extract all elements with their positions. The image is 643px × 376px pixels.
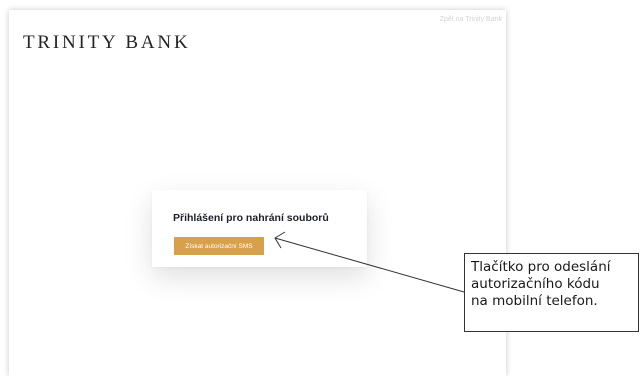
back-to-trinity-bank-link[interactable]: Zpět na Trinity Bank (440, 16, 502, 23)
annotation-callout: Tlačítko pro odeslání autorizačního kódu… (464, 253, 639, 332)
trinity-bank-logo: TRINITY BANK (23, 32, 191, 53)
annotation-line: autorizačního kódu (471, 276, 600, 292)
annotation-line: Tlačítko pro odeslání (471, 259, 611, 275)
browser-page: Zpět na Trinity Bank TRINITY BANK Přihlá… (9, 10, 506, 376)
login-card: Přihlášení pro nahrání souborů Získat au… (152, 190, 367, 267)
login-card-title: Přihlášení pro nahrání souborů (173, 212, 329, 224)
screenshot-stage: Zpět na Trinity Bank TRINITY BANK Přihlá… (0, 0, 643, 376)
annotation-line: na mobilní telefon. (471, 293, 598, 309)
get-authorization-sms-button[interactable]: Získat autorizační SMS (174, 237, 264, 255)
